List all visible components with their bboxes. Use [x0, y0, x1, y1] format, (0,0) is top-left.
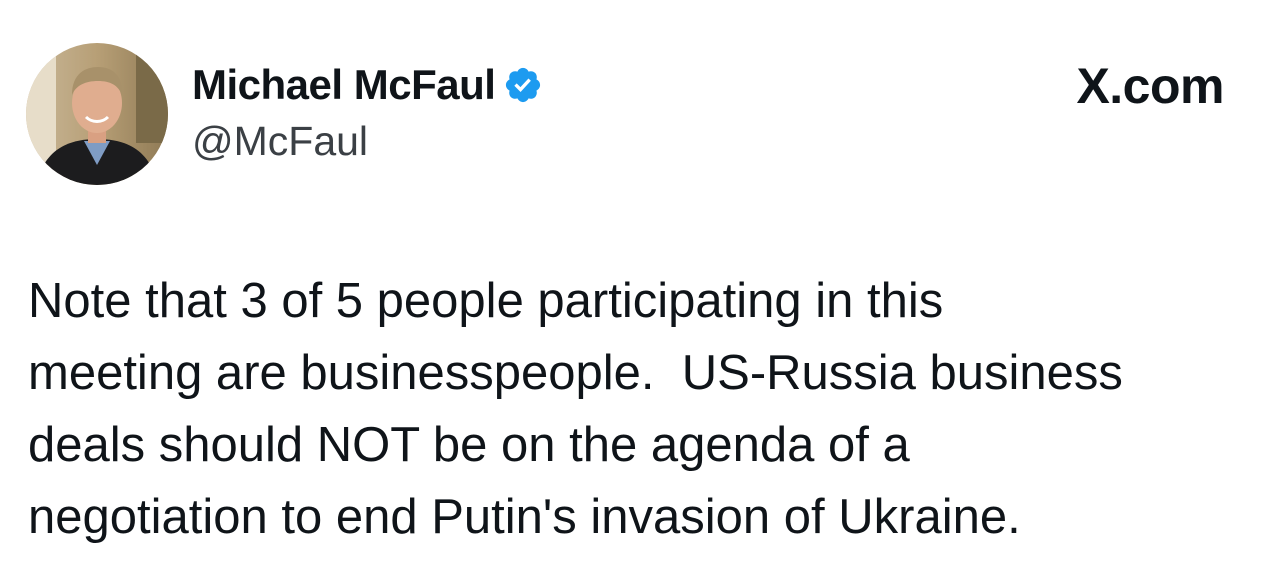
- site-label: X.com: [1076, 58, 1224, 114]
- tweet-text-line: negotiation to end Putin's invasion of U…: [28, 490, 1021, 544]
- avatar[interactable]: [26, 43, 168, 185]
- tweet-text-line: deals should NOT be on the agenda of a: [28, 418, 910, 472]
- tweet-text-line: meeting are businesspeople. US-Russia bu…: [28, 346, 1123, 400]
- tweet-text: Note that 3 of 5 people participating in…: [28, 265, 1253, 553]
- verified-check-badge-icon: [503, 65, 543, 105]
- author-handle[interactable]: @McFaul: [192, 118, 368, 165]
- avatar-image: [26, 43, 168, 185]
- author-name[interactable]: Michael McFaul: [192, 61, 496, 109]
- tweet-card: Michael McFaul @McFaul X.com Note that 3…: [0, 0, 1280, 571]
- tweet-text-line: Note that 3 of 5 people participating in…: [28, 274, 944, 328]
- author-name-row: Michael McFaul: [192, 60, 543, 110]
